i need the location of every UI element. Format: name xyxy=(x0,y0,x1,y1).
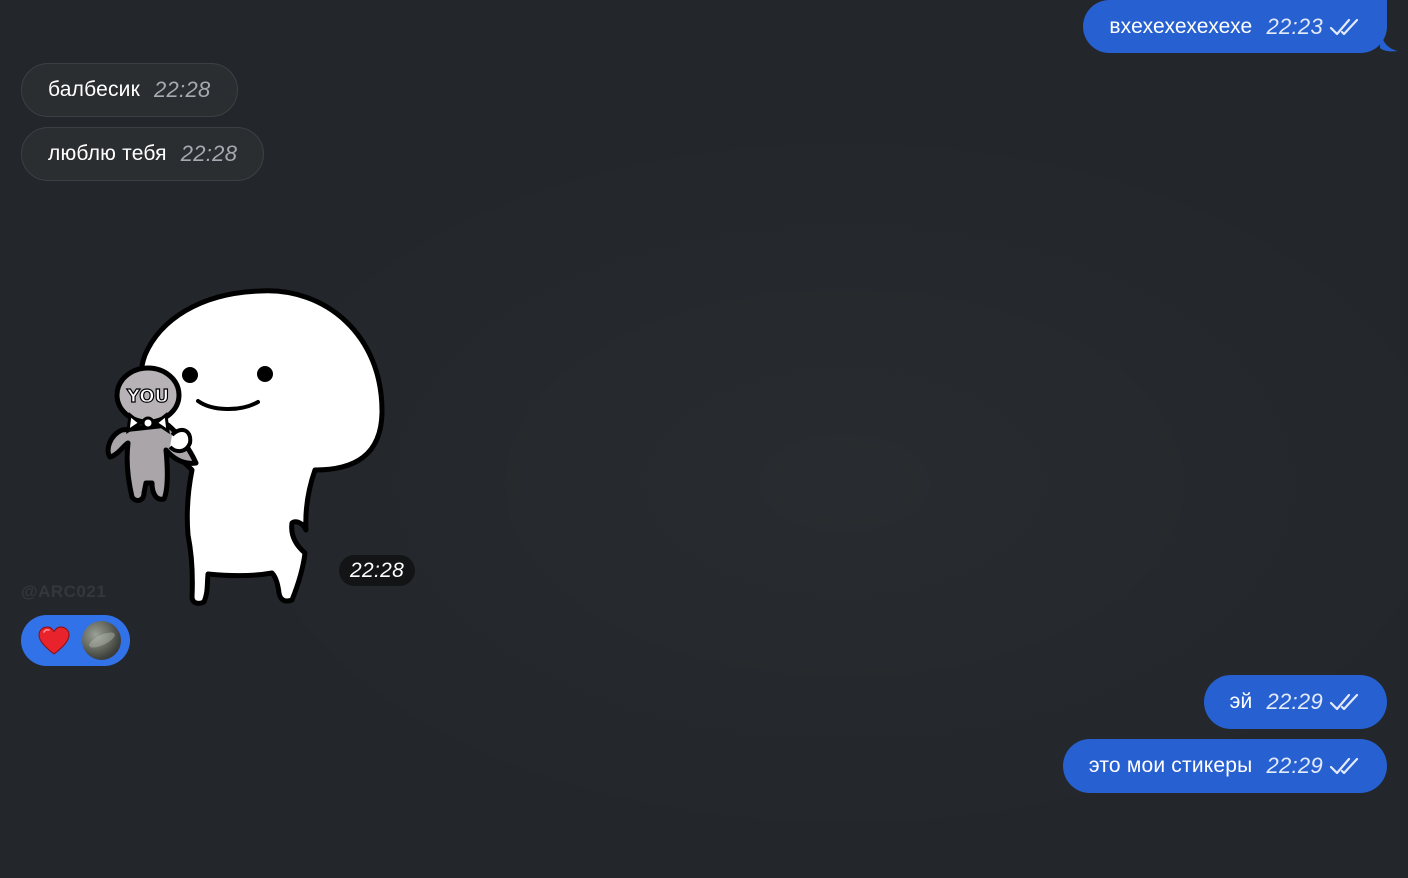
double-check-icon xyxy=(1329,693,1359,711)
message-text: люблю тебя xyxy=(48,142,167,165)
reaction-pill[interactable] xyxy=(21,615,130,666)
double-check-icon xyxy=(1329,18,1359,35)
sticker-time: 22:28 xyxy=(339,555,416,586)
incoming-message[interactable]: балбесик 22:28 xyxy=(21,63,238,117)
message-time: 22:28 xyxy=(180,141,238,166)
message-time: 22:29 xyxy=(1266,753,1323,778)
heart-icon xyxy=(38,625,70,655)
sticker-watermark: @ARC021 xyxy=(21,582,107,601)
message-time: 22:23 xyxy=(1266,13,1323,39)
message-text: эй xyxy=(1229,690,1253,713)
message-text: это мои стикеры xyxy=(1088,754,1253,777)
incoming-message[interactable]: люблю тебя 22:28 xyxy=(21,127,265,181)
outgoing-message[interactable]: вхехехехехехе 22:23 xyxy=(1083,0,1387,53)
outgoing-message[interactable]: эй 22:29 xyxy=(1203,675,1387,729)
message-text: вхехехехехехе xyxy=(1109,14,1253,38)
bubble-tail xyxy=(1380,30,1398,52)
message-text: балбесик xyxy=(48,78,140,101)
avatar xyxy=(82,621,121,660)
message-time: 22:29 xyxy=(1266,689,1323,714)
double-check-icon xyxy=(1329,757,1359,775)
sticker-text: YOU xyxy=(126,386,169,407)
chat-area: вхехехехехехе 22:23 балбесик 22:28 люблю… xyxy=(0,0,1408,878)
message-time: 22:28 xyxy=(153,77,211,102)
outgoing-message[interactable]: это мои стикеры 22:29 xyxy=(1062,739,1387,793)
